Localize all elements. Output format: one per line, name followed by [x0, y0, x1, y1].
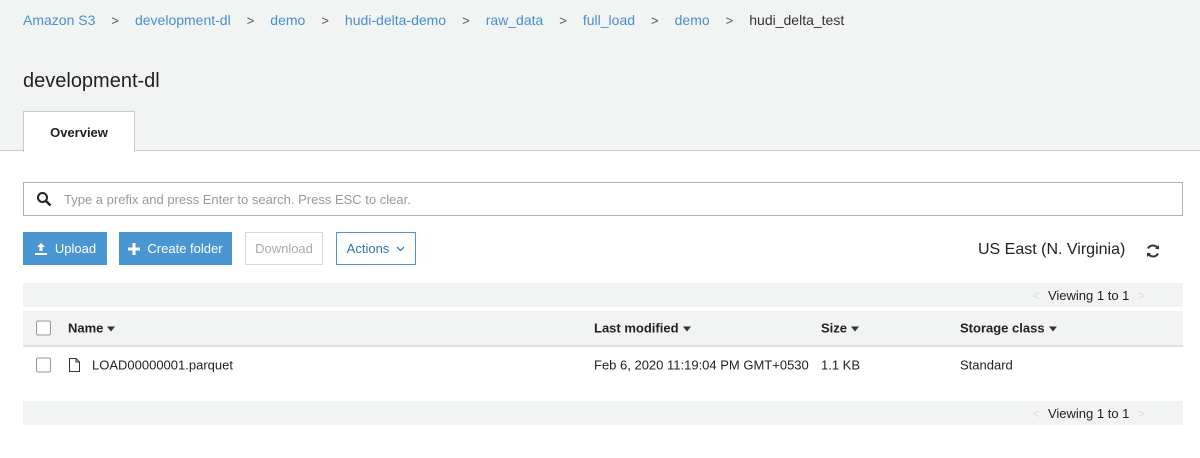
breadcrumb-separator: >	[559, 12, 567, 28]
sort-caret-icon	[682, 326, 691, 332]
breadcrumb-separator: >	[462, 12, 470, 28]
breadcrumb-raw-data[interactable]: raw_data	[486, 12, 544, 28]
create-folder-label: Create folder	[147, 241, 223, 256]
plus-icon	[128, 242, 141, 255]
sort-caret-icon	[851, 326, 860, 332]
table-row[interactable]: LOAD00000001.parquet Feb 6, 2020 11:19:0…	[23, 347, 1183, 383]
breadcrumb-separator: >	[651, 12, 659, 28]
row-checkbox[interactable]	[36, 357, 51, 373]
column-storage-class[interactable]: Storage class	[960, 321, 1057, 336]
sort-caret-icon	[107, 326, 116, 332]
column-storage-class-label: Storage class	[960, 320, 1045, 336]
size-cell: 1.1 KB	[821, 357, 861, 373]
upload-icon	[34, 242, 47, 255]
breadcrumb-amazon-s3[interactable]: Amazon S3	[23, 12, 95, 28]
tab-overview[interactable]: Overview	[23, 111, 135, 152]
breadcrumb-demo[interactable]: demo	[270, 12, 305, 28]
pagination-text: Viewing 1 to 1	[1047, 287, 1130, 303]
column-size[interactable]: Size	[821, 320, 860, 336]
breadcrumb-hudi-delta-demo[interactable]: hudi-delta-demo	[345, 12, 446, 28]
page-title: development-dl	[23, 70, 160, 92]
prev-page-button[interactable]: <	[1032, 406, 1040, 421]
file-name-link[interactable]: LOAD00000001.parquet	[92, 358, 233, 373]
storage-class-cell: Standard	[960, 357, 1013, 373]
sort-caret-icon	[1048, 326, 1057, 332]
next-page-button[interactable]: >	[1137, 406, 1145, 421]
pagination-text: Viewing 1 to 1	[1047, 405, 1130, 421]
actions-dropdown[interactable]: Actions	[336, 232, 416, 265]
search-input[interactable]	[64, 191, 1182, 207]
column-name[interactable]: Name	[68, 320, 116, 336]
table-header: Name Last modified Size Storage class	[23, 311, 1183, 347]
breadcrumb-separator: >	[111, 12, 119, 28]
column-size-label: Size	[821, 320, 848, 336]
last-modified-cell: Feb 6, 2020 11:19:04 PM GMT+0530	[594, 357, 809, 373]
breadcrumb-development-dl[interactable]: development-dl	[135, 12, 231, 28]
search-icon	[37, 192, 52, 207]
pagination-bottom: < Viewing 1 to 1 >	[23, 401, 1183, 425]
select-all-checkbox[interactable]	[36, 320, 51, 336]
prev-page-button[interactable]: <	[1032, 288, 1040, 303]
download-button[interactable]: Download	[245, 232, 323, 265]
column-last-modified[interactable]: Last modified	[594, 321, 691, 336]
refresh-icon[interactable]	[1145, 243, 1161, 259]
upload-label: Upload	[54, 241, 97, 256]
search-box[interactable]	[23, 182, 1183, 216]
breadcrumb-demo-2[interactable]: demo	[675, 12, 710, 28]
breadcrumb-current: hudi_delta_test	[749, 12, 845, 28]
next-page-button[interactable]: >	[1137, 288, 1145, 303]
page-header: Amazon S3 > development-dl > demo > hudi-de…	[0, 0, 1200, 151]
upload-button[interactable]: Upload	[23, 232, 107, 265]
column-name-label: Name	[68, 320, 104, 336]
chevron-down-icon	[396, 246, 405, 251]
breadcrumb-separator: >	[321, 12, 329, 28]
breadcrumb-full-load[interactable]: full_load	[583, 12, 635, 28]
breadcrumb-separator: >	[725, 12, 734, 28]
breadcrumb: Amazon S3 > development-dl > demo > hudi-de…	[23, 12, 844, 28]
file-icon	[69, 358, 80, 372]
create-folder-button[interactable]: Create folder	[119, 232, 232, 265]
actions-label: Actions	[346, 241, 390, 256]
pagination-top: < Viewing 1 to 1 >	[23, 283, 1183, 307]
column-last-modified-label: Last modified	[594, 320, 679, 336]
region-label: US East (N. Virginia)	[978, 241, 1126, 258]
breadcrumb-separator: >	[246, 12, 255, 28]
